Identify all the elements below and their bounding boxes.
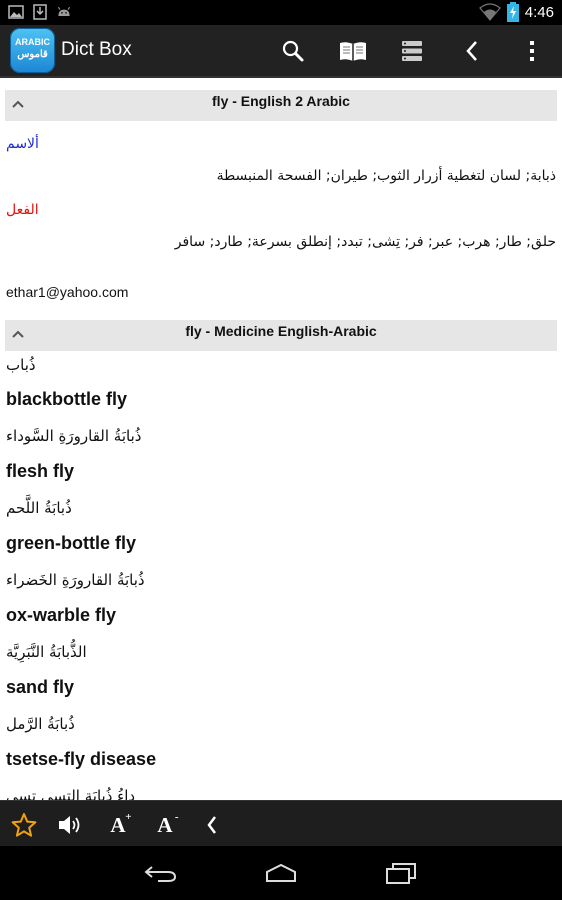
noun-label: ألاسم — [6, 136, 39, 152]
search-icon — [282, 40, 304, 61]
battery-charging-icon — [506, 2, 519, 22]
dictionaries-button[interactable] — [331, 25, 375, 76]
translation: ذُباب — [6, 356, 36, 374]
font-increase-icon: A + — [110, 810, 132, 837]
more-vert-icon — [530, 40, 534, 61]
chevron-left-icon — [207, 816, 216, 834]
term-translation: ذُبابَةُ القارورَةِ الخَضراء — [6, 571, 145, 589]
entry-title: fly - English 2 Arabic — [212, 93, 350, 109]
bottom-toolbar: A + A- — [0, 800, 562, 847]
term-translation: داءُ ذُبابَةِ التسي تسي — [6, 787, 136, 800]
list-icon — [402, 40, 422, 61]
term: sand fly — [6, 677, 75, 697]
star-outline-icon — [11, 813, 37, 837]
contributor-email: ethar1@yahoo.com — [6, 284, 129, 300]
status-bar: 4:46 — [0, 0, 562, 25]
clock: 4:46 — [524, 3, 554, 21]
entry-header-medicine[interactable]: fly - Medicine English-Arabic — [5, 320, 557, 351]
definition-content[interactable]: fly - English 2 Arabic ألاسم ذبابة; لسان… — [0, 78, 562, 800]
term: flesh fly — [6, 461, 75, 481]
system-nav-bar — [0, 846, 562, 900]
term: ox-warble fly — [6, 605, 117, 625]
term-translation: ذُبابَةُ الرَّمل — [6, 715, 75, 733]
font-increase-button[interactable]: A + — [101, 808, 135, 842]
term-translation: ذُبابَةُ القارورَةِ السَّوداء — [6, 427, 142, 445]
search-button[interactable] — [271, 25, 315, 76]
verb-label: الفعل — [6, 202, 39, 218]
nav-home-icon — [266, 863, 296, 882]
back-button[interactable] — [450, 25, 494, 76]
wifi-icon — [478, 3, 501, 21]
nav-recents-icon — [386, 863, 416, 884]
font-decrease-icon: A- — [157, 810, 179, 837]
logo-top-text: ARABIC — [15, 37, 50, 47]
nav-back-button[interactable] — [131, 858, 191, 888]
pronounce-button[interactable] — [54, 808, 88, 842]
term-translation: ذُبابَةُ اللَّحم — [6, 499, 72, 517]
list-button[interactable] — [390, 25, 434, 76]
chevron-left-icon — [466, 40, 477, 61]
overflow-menu-button[interactable] — [510, 25, 554, 76]
app-logo[interactable]: ARABIC قاموس — [10, 28, 55, 73]
app-title: Dict Box — [61, 39, 132, 60]
noun-definition: ذبابة; لسان لتغطية أزرار الثوب; طيران; ا… — [216, 168, 556, 184]
action-bar: ARABIC قاموس Dict Box — [0, 25, 562, 78]
android-notification-icon — [57, 6, 71, 16]
favorite-button[interactable] — [7, 808, 41, 842]
term: green-bottle fly — [6, 533, 137, 553]
font-decrease-button[interactable]: A- — [148, 808, 182, 842]
nav-back-icon — [144, 866, 177, 882]
term: tsetse-fly disease — [6, 749, 157, 769]
entry-title: fly - Medicine English-Arabic — [185, 323, 377, 339]
gallery-notification-icon — [8, 5, 24, 19]
book-icon — [340, 41, 366, 61]
previous-button[interactable] — [195, 808, 229, 842]
download-notification-icon — [33, 4, 47, 20]
nav-home-button[interactable] — [251, 858, 311, 888]
entry-header-english-arabic[interactable]: fly - English 2 Arabic — [5, 90, 557, 121]
logo-bottom-text: قاموس — [17, 49, 48, 60]
verb-definition: حلق; طار; هرب; عبر; فر; تِشى; تبدد; إنطل… — [174, 234, 556, 250]
speaker-icon — [59, 816, 80, 834]
nav-recents-button[interactable] — [371, 858, 431, 888]
term-translation: الذُّبابَةُ النَّبَرِيَّة — [6, 643, 87, 661]
term: blackbottle fly — [6, 389, 128, 409]
